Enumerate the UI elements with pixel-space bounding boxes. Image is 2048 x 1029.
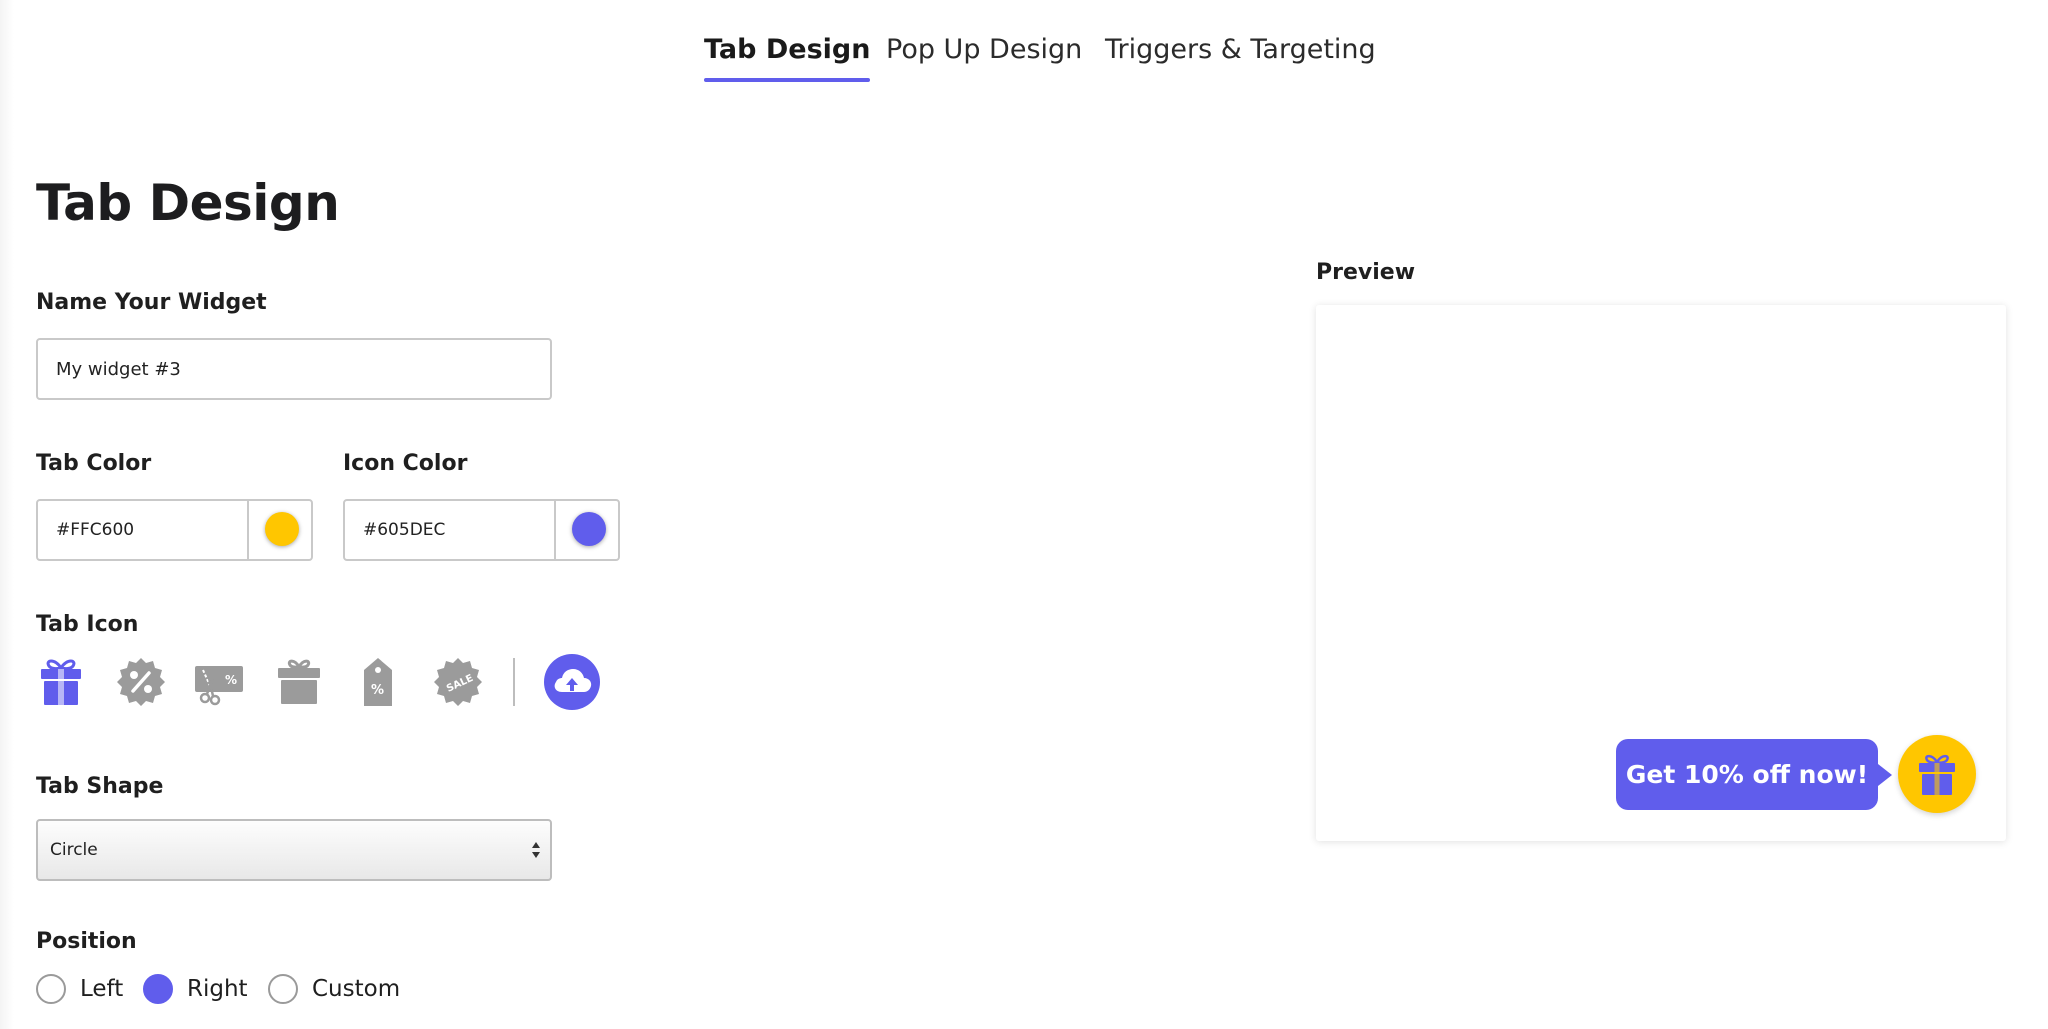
- radio-right-circle: [143, 974, 173, 1004]
- gift-icon[interactable]: [33, 654, 89, 710]
- preview-label: Preview: [1316, 260, 1416, 285]
- icon-color-swatch[interactable]: [572, 512, 606, 546]
- icon-color-input[interactable]: [345, 501, 550, 559]
- preview-gift-icon: [1898, 754, 1976, 817]
- tab-color-label: Tab Color: [36, 451, 152, 476]
- select-arrows-icon: [530, 838, 542, 862]
- svg-text:%: %: [225, 673, 237, 687]
- icon-color-divider: [554, 501, 556, 559]
- radio-right-label: Right: [187, 976, 248, 1002]
- icon-color-field: [343, 499, 620, 561]
- icon-separator: [513, 658, 515, 706]
- tab-color-input[interactable]: [38, 501, 243, 559]
- sale-badge-icon[interactable]: SALE: [430, 654, 486, 710]
- tab-tab-design[interactable]: Tab Design: [704, 30, 871, 82]
- tab-shape-select[interactable]: Circle: [36, 819, 552, 881]
- tab-triggers-targeting[interactable]: Triggers & Targeting: [1105, 30, 1376, 80]
- page-title: Tab Design: [36, 174, 340, 232]
- preview-callout[interactable]: Get 10% off now!: [1616, 739, 1892, 810]
- radio-left-label: Left: [80, 976, 124, 1002]
- tab-shape-label: Tab Shape: [36, 774, 164, 799]
- tab-color-divider: [247, 501, 249, 559]
- radio-custom-circle: [268, 974, 298, 1004]
- left-edge-shadow: [0, 0, 14, 1029]
- tab-shape-value: Circle: [50, 840, 98, 860]
- cloud-upload-icon[interactable]: [544, 654, 600, 710]
- preview-panel: Get 10% off now!: [1316, 305, 2006, 841]
- radio-custom-label: Custom: [312, 976, 401, 1002]
- percent-badge-icon[interactable]: [113, 654, 169, 710]
- coupon-scissors-icon[interactable]: %: [191, 654, 247, 710]
- widget-name-label: Name Your Widget: [36, 290, 267, 315]
- preview-tab-button[interactable]: [1898, 735, 1976, 813]
- icon-color-label: Icon Color: [343, 451, 468, 476]
- widget-name-input[interactable]: [36, 338, 552, 400]
- svg-text:%: %: [371, 683, 384, 698]
- tab-icon-label: Tab Icon: [36, 612, 139, 637]
- radio-left-circle: [36, 974, 66, 1004]
- price-tag-icon[interactable]: %: [350, 654, 406, 710]
- position-label: Position: [36, 929, 137, 954]
- tab-color-field: [36, 499, 313, 561]
- gift-box-icon[interactable]: [271, 654, 327, 710]
- top-tabs: Tab Design Pop Up Design Triggers & Targ…: [0, 30, 2048, 90]
- tab-pop-up-design[interactable]: Pop Up Design: [886, 30, 1082, 80]
- tab-color-swatch[interactable]: [265, 512, 299, 546]
